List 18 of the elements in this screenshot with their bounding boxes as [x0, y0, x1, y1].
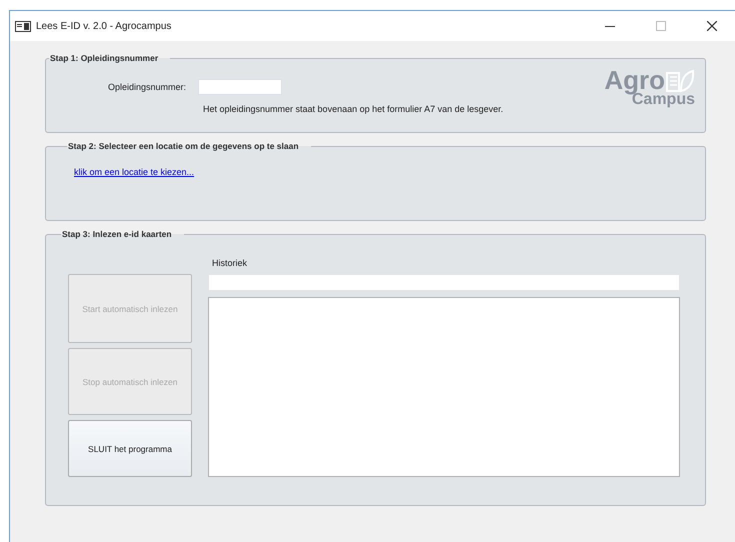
book-icon [665, 69, 695, 93]
logo-text: Agro [604, 69, 665, 93]
group-title: Stap 2: Selecteer een locatie om de gegevens op te slaan [67, 141, 300, 151]
close-icon [707, 21, 717, 31]
history-area[interactable] [208, 296, 680, 476]
maximize-icon [656, 21, 666, 31]
window-title: Lees E-ID v. 2.0 - Agrocampus [36, 20, 172, 32]
hint-text: Het opleidingsnummer staat bovenaan op het formulier A7 van de lesgever. [202, 103, 504, 114]
history-field[interactable] [208, 274, 680, 291]
location-link[interactable]: klik om een locatie te kiezen... [74, 167, 194, 177]
field-label: Opleidingsnummer: [106, 82, 187, 92]
logo-text: Campus [632, 93, 695, 108]
action-button[interactable]: SLUIT het programma [68, 420, 192, 477]
group-title: Stap 3: Inlezen e-id kaarten [61, 229, 173, 239]
app-icon [15, 20, 31, 32]
group-title: Stap 1: Opleidingsnummer [49, 53, 160, 63]
history-label: Historiek [211, 257, 248, 270]
input-field[interactable] [198, 79, 282, 95]
